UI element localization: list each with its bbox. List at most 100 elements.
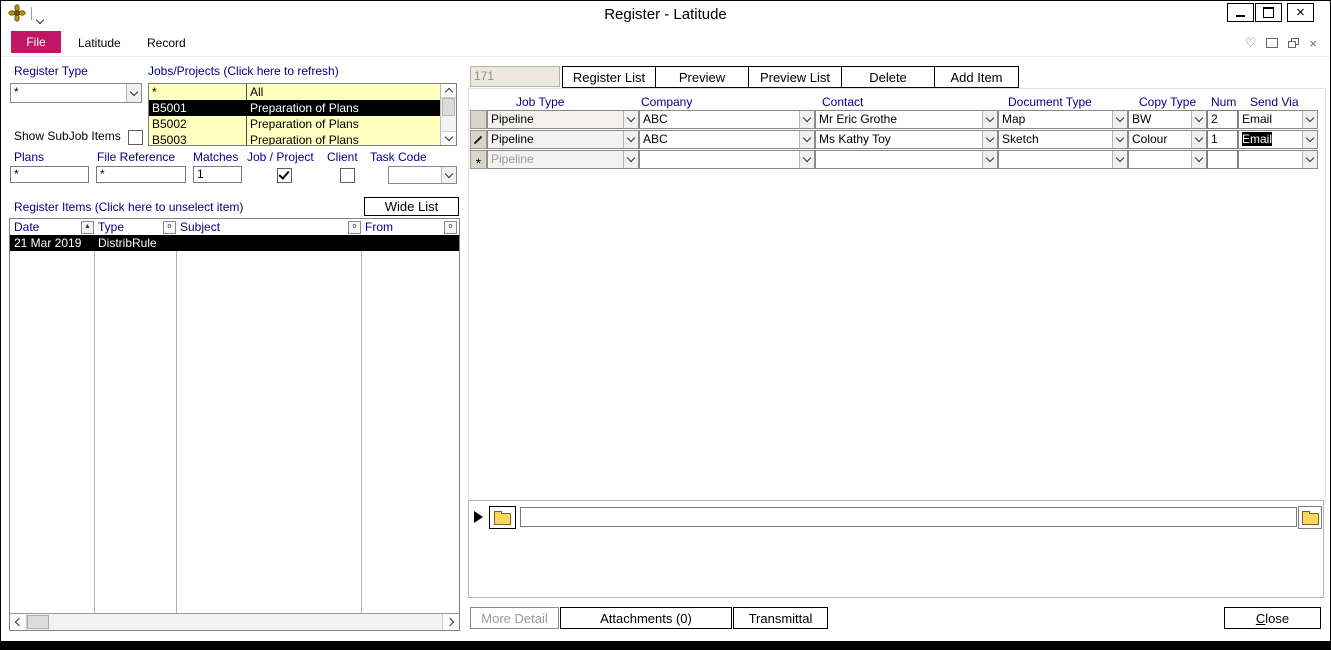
tab-record[interactable]: Record xyxy=(147,36,186,50)
contact-combo[interactable]: Mr Eric Grothe xyxy=(815,110,998,129)
preview-button[interactable]: Preview xyxy=(655,66,749,88)
col-header-date[interactable]: Date xyxy=(14,220,39,234)
chevron-down-icon[interactable] xyxy=(799,131,814,148)
chevron-down-icon[interactable] xyxy=(1302,151,1317,168)
row-selector[interactable] xyxy=(470,110,487,129)
copy-type-combo[interactable]: BW xyxy=(1128,110,1207,129)
num-field[interactable]: 1 xyxy=(1207,130,1238,149)
copy-type-combo[interactable] xyxy=(1128,150,1207,169)
jobs-list-scrollbar[interactable] xyxy=(440,84,456,145)
register-item-row-selected[interactable]: 21 Mar 2019 DistribRule xyxy=(10,235,459,251)
chevron-down-icon[interactable] xyxy=(1191,131,1206,148)
wide-list-button[interactable]: Wide List xyxy=(364,197,459,216)
sort-icon[interactable]: o xyxy=(444,221,457,234)
chevron-down-icon[interactable] xyxy=(982,131,997,148)
chevron-down-icon[interactable] xyxy=(1302,111,1317,128)
document-type-combo[interactable] xyxy=(998,150,1128,169)
scroll-up-icon[interactable] xyxy=(441,84,456,98)
job-type-combo[interactable]: Pipeline xyxy=(487,110,639,129)
show-subjob-checkbox[interactable] xyxy=(128,130,143,145)
sort-icon[interactable]: o xyxy=(163,221,176,234)
register-items-label[interactable]: Register Items (Click here to unselect i… xyxy=(14,200,243,214)
contact-combo[interactable]: Ms Kathy Toy xyxy=(815,130,998,149)
send-via-combo[interactable]: Email xyxy=(1238,130,1318,149)
num-field[interactable] xyxy=(1207,150,1238,169)
jobs-projects-refresh-label[interactable]: Jobs/Projects (Click here to refresh) xyxy=(148,64,339,78)
delete-button[interactable]: Delete xyxy=(841,66,935,88)
col-header-type[interactable]: Type xyxy=(98,220,124,234)
close-button[interactable]: Close xyxy=(1224,607,1321,629)
chevron-down-icon[interactable] xyxy=(799,111,814,128)
task-code-combo[interactable] xyxy=(388,166,457,184)
scroll-right-icon[interactable] xyxy=(442,614,459,630)
minimize-ribbon-icon[interactable] xyxy=(1266,38,1278,48)
tab-latitude[interactable]: Latitude xyxy=(78,36,121,50)
chevron-down-icon[interactable] xyxy=(1112,131,1127,148)
copy-type-combo[interactable]: Colour xyxy=(1128,130,1207,149)
heart-icon[interactable]: ♡ xyxy=(1245,35,1257,51)
sort-asc-icon[interactable]: ▲ xyxy=(81,221,94,234)
scrollbar-thumb[interactable] xyxy=(442,98,455,116)
tab-file[interactable]: File xyxy=(11,31,61,53)
job-row[interactable]: B5002 Preparation of Plans xyxy=(149,116,441,132)
restore-window-icon[interactable] xyxy=(1288,38,1299,48)
scroll-left-icon[interactable] xyxy=(10,614,27,630)
col-header-from[interactable]: From xyxy=(365,220,393,234)
chevron-down-icon[interactable] xyxy=(982,151,997,168)
browse-button[interactable] xyxy=(1298,506,1322,529)
job-row-selected[interactable]: B5001 Preparation of Plans xyxy=(149,100,441,116)
contact-combo[interactable] xyxy=(815,150,998,169)
minimize-button[interactable] xyxy=(1227,3,1254,22)
client-checkbox[interactable] xyxy=(340,168,355,183)
chevron-down-icon[interactable] xyxy=(982,111,997,128)
register-items-table[interactable]: Date ▲ Type o Subject o From o 21 Mar 20… xyxy=(9,218,460,631)
job-type-combo[interactable]: Pipeline xyxy=(487,130,639,149)
close-ribbon-icon[interactable]: × xyxy=(1309,36,1317,51)
job-row[interactable]: * All xyxy=(149,84,441,100)
num-field[interactable]: 2 xyxy=(1207,110,1238,129)
chevron-down-icon[interactable] xyxy=(126,84,141,102)
col-header-subject[interactable]: Subject xyxy=(180,220,220,234)
send-via-combo[interactable]: Email xyxy=(1238,110,1318,129)
chevron-down-icon[interactable] xyxy=(623,111,638,128)
chevron-down-icon[interactable] xyxy=(799,151,814,168)
company-combo[interactable] xyxy=(639,150,815,169)
attachment-add-button[interactable] xyxy=(489,506,516,529)
company-combo[interactable]: ABC xyxy=(639,110,815,129)
file-reference-input[interactable]: * xyxy=(96,166,186,183)
job-type-combo[interactable]: Pipeline xyxy=(487,150,639,169)
chevron-down-icon[interactable] xyxy=(1112,111,1127,128)
attachment-path-field[interactable] xyxy=(520,507,1297,527)
more-detail-button[interactable]: More Detail xyxy=(470,607,559,629)
jobs-projects-list[interactable]: * All B5001 Preparation of Plans B5002 P… xyxy=(148,83,457,146)
maximize-button[interactable] xyxy=(1255,3,1282,22)
chevron-down-icon[interactable] xyxy=(1302,131,1317,148)
send-via-combo[interactable] xyxy=(1238,150,1318,169)
attachments-button[interactable]: Attachments (0) xyxy=(560,607,732,629)
plans-input[interactable]: * xyxy=(10,166,89,183)
row-selector-editing[interactable] xyxy=(470,130,487,149)
transmittal-button[interactable]: Transmittal xyxy=(733,607,828,629)
close-window-button[interactable]: × xyxy=(1287,3,1314,22)
chevron-down-icon[interactable] xyxy=(623,151,638,168)
job-project-checkbox[interactable] xyxy=(277,168,292,183)
job-row[interactable]: B5003 Preparation of Plans xyxy=(149,132,441,146)
chevron-down-icon[interactable] xyxy=(1112,151,1127,168)
chevron-down-icon[interactable] xyxy=(623,131,638,148)
matches-input[interactable]: 1 xyxy=(193,166,242,183)
company-combo[interactable]: ABC xyxy=(639,130,815,149)
register-type-combo[interactable]: * xyxy=(10,83,142,103)
chevron-down-icon[interactable] xyxy=(441,167,456,183)
scrollbar-thumb[interactable] xyxy=(27,615,49,629)
document-type-combo[interactable]: Map xyxy=(998,110,1128,129)
add-item-button[interactable]: Add Item xyxy=(934,66,1019,88)
document-type-combo[interactable]: Sketch xyxy=(998,130,1128,149)
sort-icon[interactable]: o xyxy=(348,221,361,234)
chevron-down-icon[interactable] xyxy=(1191,151,1206,168)
preview-list-button[interactable]: Preview List xyxy=(748,66,842,88)
items-horizontal-scrollbar[interactable] xyxy=(10,613,459,630)
chevron-down-icon[interactable] xyxy=(1191,111,1206,128)
register-list-button[interactable]: Register List xyxy=(562,66,656,88)
row-selector-new[interactable]: * xyxy=(470,150,487,169)
scroll-down-icon[interactable] xyxy=(441,131,456,145)
